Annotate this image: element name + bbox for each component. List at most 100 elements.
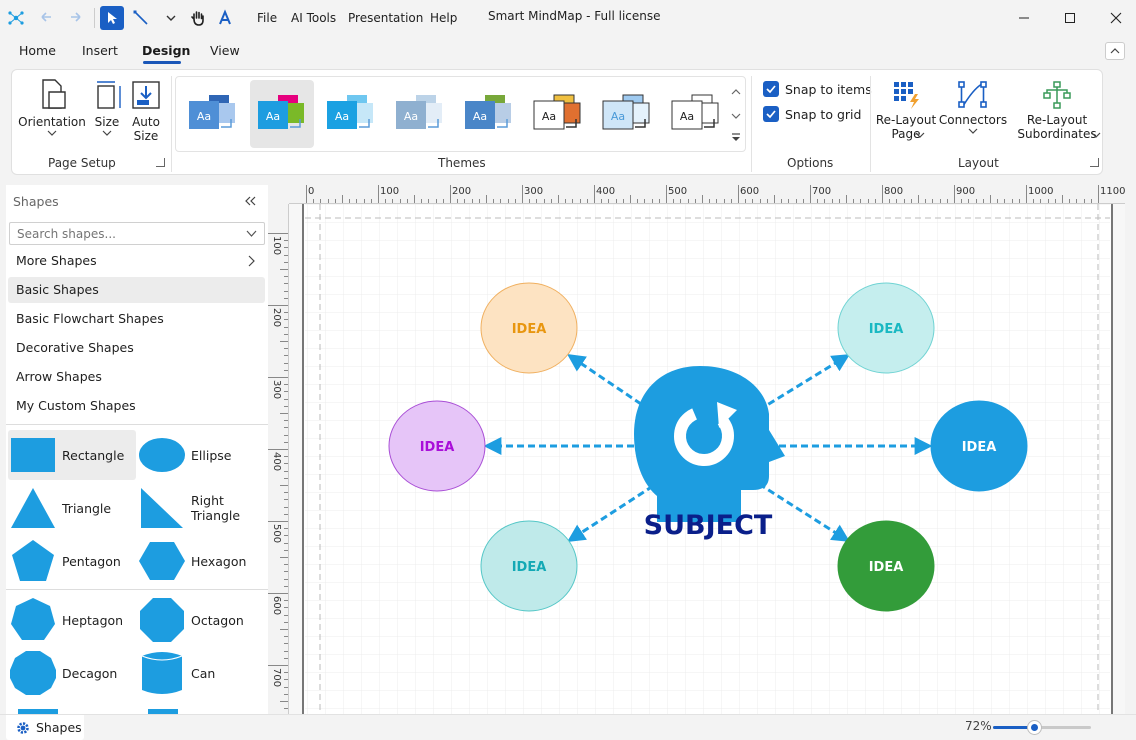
text-tool-icon[interactable]: [213, 6, 237, 30]
auto-size-button[interactable]: Auto Size: [128, 78, 164, 143]
relayout-page-button[interactable]: Re-Layout Page: [874, 80, 938, 141]
undo-icon[interactable]: [35, 6, 59, 30]
ruler-minor-tick: [284, 600, 288, 602]
theme-4[interactable]: Aa: [388, 80, 452, 148]
ruler-minor-tick: [280, 629, 288, 630]
chevron-down-icon[interactable]: [915, 132, 925, 139]
theme-5[interactable]: Aa: [457, 80, 521, 148]
connector-tool-icon[interactable]: [129, 6, 153, 30]
drawing-canvas[interactable]: SUBJECT IDEA IDEA IDEA IDEA IDEA IDEA: [289, 204, 1125, 714]
search-input[interactable]: [10, 223, 230, 244]
ruler-label: 100: [271, 236, 282, 256]
ruler-minor-tick: [946, 199, 948, 203]
ruler-minor-tick: [759, 199, 761, 203]
chevron-down-icon[interactable]: [1091, 132, 1101, 139]
ruler-minor-tick: [280, 557, 288, 558]
snap-to-items-checkbox[interactable]: [763, 81, 779, 97]
theme-preview-icon: Aa: [602, 94, 650, 130]
idea-node[interactable]: IDEA: [480, 520, 578, 612]
idea-node[interactable]: IDEA: [837, 520, 935, 612]
orientation-button[interactable]: Orientation: [18, 78, 86, 140]
zoom-slider-thumb[interactable]: [1027, 720, 1043, 735]
menu-ai-tools[interactable]: AI Tools: [291, 11, 336, 25]
shape-pentagon[interactable]: Pentagon: [8, 536, 136, 586]
idea-node[interactable]: IDEA: [930, 400, 1028, 492]
library-arrow-shapes[interactable]: Arrow Shapes: [8, 364, 265, 390]
pointer-tool-icon[interactable]: [100, 6, 124, 30]
shapes-panel-tab[interactable]: Shapes: [6, 715, 84, 740]
ruler-minor-tick: [1062, 195, 1063, 203]
shape-rectangle[interactable]: Rectangle: [8, 430, 136, 480]
ruler-minor-tick: [622, 199, 624, 203]
zoom-slider[interactable]: [993, 720, 1091, 735]
maximize-icon[interactable]: [1060, 8, 1080, 28]
snap-to-grid-label[interactable]: Snap to grid: [785, 107, 861, 122]
redo-icon[interactable]: [63, 6, 87, 30]
hand-tool-icon[interactable]: [186, 6, 210, 30]
shape-can[interactable]: Can: [137, 648, 265, 698]
shape-ellipse[interactable]: Ellipse: [137, 430, 265, 480]
relayout-subordinates-button[interactable]: Re-Layout Subordinates: [1012, 80, 1102, 141]
ruler-minor-tick: [968, 199, 970, 203]
idea-node[interactable]: IDEA: [388, 400, 486, 492]
theme-8[interactable]: Aa: [664, 80, 728, 148]
shape-triangle[interactable]: Triangle: [8, 483, 136, 533]
shape-heptagon[interactable]: Heptagon: [8, 595, 136, 645]
snap-to-items-label[interactable]: Snap to items: [785, 82, 872, 97]
ruler-minor-tick: [284, 708, 288, 710]
ruler-minor-tick: [1047, 199, 1049, 203]
collapse-ribbon-icon[interactable]: [1105, 42, 1125, 60]
menu-presentation[interactable]: Presentation: [348, 11, 423, 25]
shape-decagon[interactable]: Decagon: [8, 648, 136, 698]
library-more-shapes[interactable]: More Shapes: [8, 248, 265, 274]
ruler-minor-tick: [932, 199, 934, 203]
ruler-minor-tick: [1004, 199, 1006, 203]
svg-text:Aa: Aa: [680, 110, 694, 123]
snap-to-grid-checkbox[interactable]: [763, 106, 779, 122]
search-box[interactable]: [9, 222, 265, 245]
tab-view[interactable]: View: [210, 43, 240, 58]
size-button[interactable]: Size: [92, 78, 122, 140]
minimize-icon[interactable]: [1014, 8, 1034, 28]
theme-2[interactable]: Aa: [250, 80, 314, 148]
close-icon[interactable]: [1106, 8, 1126, 28]
shape-hexagon[interactable]: Hexagon: [137, 536, 265, 586]
ruler-minor-tick: [774, 195, 775, 203]
menu-help[interactable]: Help: [430, 11, 457, 25]
tab-design[interactable]: Design: [142, 43, 190, 58]
collapse-panel-icon[interactable]: [244, 195, 256, 207]
connectors-button[interactable]: Connectors: [938, 80, 1008, 138]
library-decorative-shapes[interactable]: Decorative Shapes: [8, 335, 265, 361]
shape-right-triangle[interactable]: Right Triangle: [137, 483, 265, 533]
themes-scroll[interactable]: [729, 78, 743, 148]
ruler-minor-tick: [536, 199, 538, 203]
ruler-tick: [268, 377, 288, 378]
library-basic-flowchart-shapes[interactable]: Basic Flowchart Shapes: [8, 306, 265, 332]
tab-home[interactable]: Home: [19, 43, 56, 58]
ruler-minor-tick: [284, 456, 288, 458]
theme-6[interactable]: Aa: [526, 80, 590, 148]
theme-preview-icon: Aa: [671, 94, 719, 130]
chevron-down-icon[interactable]: [246, 230, 257, 238]
idea-node[interactable]: IDEA: [837, 282, 935, 374]
library-my-custom-shapes[interactable]: My Custom Shapes: [8, 393, 265, 419]
ruler-label: 100: [380, 186, 400, 197]
ruler-minor-tick: [280, 413, 288, 414]
chevron-up-icon[interactable]: [729, 78, 743, 148]
ruler-minor-tick: [414, 195, 415, 203]
page-setup-launcher-icon[interactable]: [156, 158, 165, 167]
theme-1[interactable]: Aa: [181, 80, 245, 148]
library-basic-shapes[interactable]: Basic Shapes: [8, 277, 265, 303]
ruler-label: 900: [956, 186, 976, 197]
ruler-tick: [268, 449, 288, 450]
menu-file[interactable]: File: [257, 11, 277, 25]
chevron-down-icon[interactable]: [161, 6, 181, 30]
layout-launcher-icon[interactable]: [1090, 158, 1099, 167]
ruler-minor-tick: [961, 199, 963, 203]
ruler-minor-tick: [788, 199, 790, 203]
theme-3[interactable]: Aa: [319, 80, 383, 148]
idea-node[interactable]: IDEA: [480, 282, 578, 374]
tab-insert[interactable]: Insert: [82, 43, 118, 58]
theme-7[interactable]: Aa: [595, 80, 659, 148]
shape-octagon[interactable]: Octagon: [137, 595, 265, 645]
